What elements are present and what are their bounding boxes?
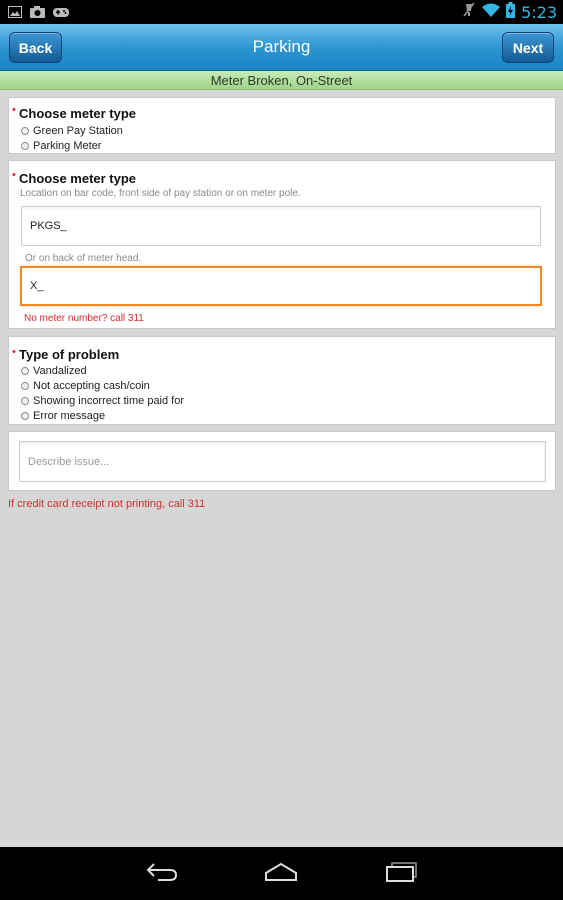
meter-head-number-input[interactable]: X_ (20, 266, 542, 306)
radio-option-not-accepting-cash[interactable]: Not accepting cash/coin (21, 380, 150, 392)
meter-head-helper-text: Or on back of meter head. (25, 253, 142, 264)
image-icon (8, 5, 22, 23)
radio-option-parking-meter[interactable]: Parking Meter (21, 140, 101, 152)
meter-number-title: Choose meter type (19, 171, 137, 186)
no-meter-number-link[interactable]: No meter number? call 311 (24, 313, 144, 324)
radio-button-icon[interactable] (21, 142, 29, 150)
credit-card-receipt-note: If credit card receipt not printing, cal… (8, 498, 206, 510)
meter-type-title: Choose meter type (19, 106, 137, 121)
problem-type-card: • Type of problem Vandalized Not accepti… (8, 336, 556, 425)
location-helper-text: Location on bar code, front side of pay … (20, 188, 301, 199)
required-marker: • (12, 104, 16, 116)
battery-icon (506, 2, 516, 23)
radio-button-icon[interactable] (21, 382, 29, 390)
radio-label: Error message (33, 410, 106, 422)
meter-number-card: • Choose meter type Location on bar code… (8, 160, 556, 329)
describe-issue-input[interactable]: Describe issue... (19, 441, 546, 482)
problem-type-title: Type of problem (19, 347, 120, 362)
page-title: Parking (252, 37, 311, 56)
back-icon[interactable] (144, 861, 180, 888)
notification-icons (8, 5, 69, 23)
camera-icon (30, 5, 45, 23)
meter-type-card: • Choose meter type Green Pay Station Pa… (8, 97, 556, 154)
radio-button-icon[interactable] (21, 412, 29, 420)
radio-label: Showing incorrect time paid for (33, 395, 185, 407)
next-button[interactable]: Next (502, 32, 554, 63)
radio-option-vandalized[interactable]: Vandalized (21, 365, 87, 377)
radio-label: Green Pay Station (33, 125, 123, 137)
describe-card: Describe issue... (8, 431, 556, 491)
clock: 5:23 (521, 3, 557, 22)
required-marker: • (12, 169, 16, 181)
radio-button-icon[interactable] (21, 367, 29, 375)
category-header: Meter Broken, On-Street (0, 71, 563, 90)
navigation-bar (0, 847, 563, 900)
radio-button-icon[interactable] (21, 127, 29, 135)
radio-label: Not accepting cash/coin (33, 380, 150, 392)
required-marker: • (12, 346, 16, 358)
radio-label: Parking Meter (33, 140, 102, 152)
mute-icon (462, 2, 476, 23)
radio-option-error-message[interactable]: Error message (21, 410, 105, 422)
system-icons: 5:23 (462, 2, 557, 23)
radio-button-icon[interactable] (21, 397, 29, 405)
pkgs-number-input[interactable]: PKGS_ (21, 206, 541, 246)
status-bar: 5:23 (0, 0, 563, 24)
radio-label: Vandalized (33, 365, 87, 377)
wifi-icon (482, 3, 501, 22)
radio-option-green-pay-station[interactable]: Green Pay Station (21, 125, 123, 137)
gamepad-icon (53, 5, 69, 23)
recent-apps-icon[interactable] (383, 861, 419, 888)
home-icon[interactable] (263, 861, 299, 888)
radio-option-incorrect-time[interactable]: Showing incorrect time paid for (21, 395, 184, 407)
action-bar: Back Parking Next (0, 24, 563, 71)
